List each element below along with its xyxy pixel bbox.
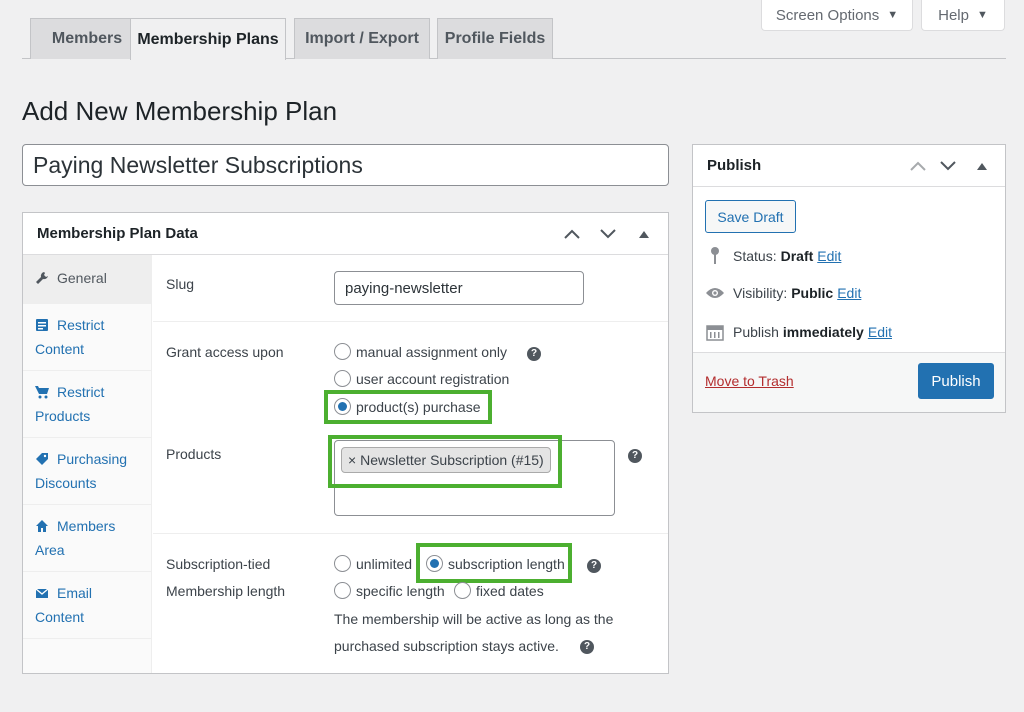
move-down-icon[interactable] [590,229,626,239]
membership-length-label-2: Membership length [166,583,286,599]
radio-subscription-length[interactable]: subscription length [426,555,565,572]
divider [153,533,668,534]
radio-user-registration[interactable]: user account registration [334,370,509,387]
wrench-icon [35,269,53,291]
radio-button[interactable] [334,370,351,387]
calendar-icon [705,323,725,341]
radio-button[interactable] [334,555,351,572]
publish-box: Publish Save Draft Status: Draft Edit Visi… [692,144,1006,413]
product-chip-label: Newsletter Subscription (#15) [360,452,544,468]
publish-label: Publish [733,324,779,340]
tab-membership-plans[interactable]: Membership Plans [130,18,286,60]
status-label: Status: [733,248,777,264]
radio-fixed-dates[interactable]: fixed dates [454,582,544,599]
sidebar-item-purchasing-discounts[interactable]: Purchasing Discounts [23,438,151,505]
document-icon [35,316,53,338]
sidebar-item-restrict-content[interactable]: Restrict Content [23,304,151,371]
page-title: Add New Membership Plan [22,96,338,126]
product-chip: × Newsletter Subscription (#15) [341,447,551,473]
membership-description-1: The membership will be active as long as… [334,611,614,627]
slug-input[interactable] [334,271,584,305]
radio-label: subscription length [448,555,565,572]
sidebar-item-general[interactable]: General [23,255,151,304]
home-icon [35,517,53,539]
radio-button-checked[interactable] [426,555,443,572]
radio-product-purchase[interactable]: product(s) purchase [334,398,481,415]
membership-description-2: purchased subscription stays active. [334,638,559,654]
radio-specific-length[interactable]: specific length [334,582,445,599]
radio-manual-assignment[interactable]: manual assignment only [334,343,507,360]
plan-title-input[interactable] [22,144,669,186]
help-icon[interactable]: ? [587,559,601,573]
save-draft-button[interactable]: Save Draft [705,200,796,233]
pin-icon [705,247,725,265]
envelope-icon [35,584,53,606]
tag-icon [35,450,53,472]
membership-length-label-1: Subscription-tied [166,556,271,572]
plan-data-sidebar: General Restrict Content Restrict Produc… [23,255,152,673]
visibility-label: Visibility: [733,285,788,301]
radio-label: fixed dates [476,582,544,599]
edit-status-link[interactable]: Edit [817,248,841,264]
cart-icon [35,383,53,405]
nav-tabs: Members Membership Plans Import / Export… [22,18,1006,60]
visibility-value: Public [791,285,834,301]
publish-date-row: Publish immediately Edit [705,323,892,341]
plan-data-header: Membership Plan Data [23,213,668,255]
slug-label: Slug [166,276,195,292]
move-down-icon[interactable] [933,161,963,171]
visibility-row: Visibility: Public Edit [705,285,861,301]
status-value: Draft [780,248,814,264]
publish-button[interactable]: Publish [918,363,994,399]
help-icon[interactable]: ? [628,449,642,463]
radio-button-checked[interactable] [334,398,351,415]
move-to-trash-link[interactable]: Move to Trash [705,373,794,389]
tab-profile-fields[interactable]: Profile Fields [437,18,553,59]
edit-visibility-link[interactable]: Edit [837,285,861,301]
eye-icon [705,287,725,299]
publish-value: immediately [782,324,864,340]
move-up-icon[interactable] [903,161,933,171]
publish-header: Publish [693,145,1005,187]
tab-import-export[interactable]: Import / Export [294,18,430,59]
sidebar-item-members-area[interactable]: Members Area [23,505,151,572]
radio-button[interactable] [334,343,351,360]
radio-label: manual assignment only [356,343,507,360]
radio-label: specific length [356,582,445,599]
radio-button[interactable] [454,582,471,599]
status-row: Status: Draft Edit [705,247,841,265]
plan-data-title: Membership Plan Data [37,225,198,242]
remove-chip-icon[interactable]: × [348,452,356,468]
tab-members[interactable]: Members [30,18,144,59]
help-icon[interactable]: ? [580,640,594,654]
major-publishing-actions: Move to Trash Publish [693,352,1005,412]
edit-publish-date-link[interactable]: Edit [868,324,892,340]
radio-button[interactable] [334,582,351,599]
radio-label: product(s) purchase [356,398,481,415]
publish-title: Publish [707,157,762,174]
move-up-icon[interactable] [554,229,590,239]
membership-plan-data-box: Membership Plan Data General Restrict Co… [22,212,669,674]
collapse-toggle-icon[interactable] [963,162,1001,170]
collapse-toggle-icon[interactable] [626,230,662,238]
sidebar-item-email-content[interactable]: Email Content [23,572,151,639]
grant-access-label: Grant access upon [166,344,284,360]
sidebar-item-restrict-products[interactable]: Restrict Products [23,371,151,438]
radio-label: user account registration [356,370,510,387]
sidebar-item-label: General [57,270,107,286]
products-label: Products [166,446,222,462]
divider [153,321,668,322]
radio-label: unlimited [356,555,413,572]
radio-unlimited[interactable]: unlimited [334,555,412,572]
help-icon[interactable]: ? [527,347,541,361]
